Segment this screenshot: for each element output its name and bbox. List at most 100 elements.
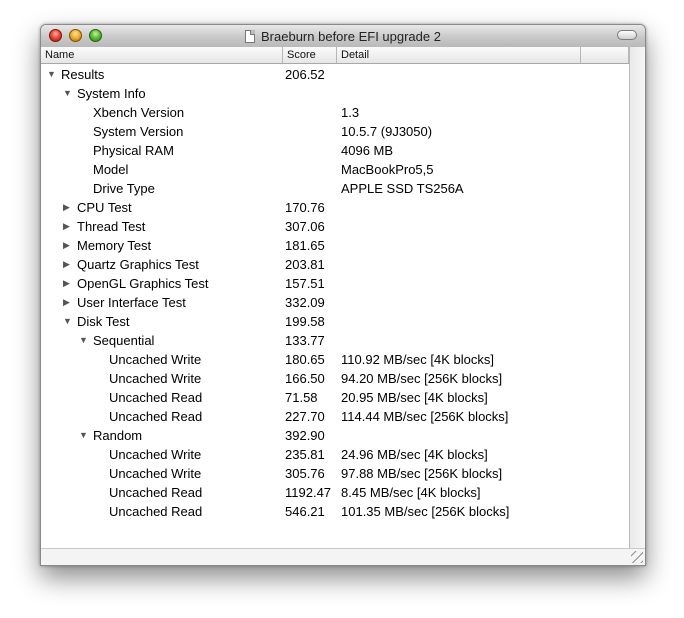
row-detail: 1.3 xyxy=(341,105,360,120)
result-row[interactable]: ▶ Memory Test 181.65 xyxy=(41,236,629,255)
row-score: 206.52 xyxy=(285,67,325,82)
row-name: Uncached Write xyxy=(109,352,202,367)
window-title: Braeburn before EFI upgrade 2 xyxy=(261,28,441,44)
column-header-score[interactable]: Score xyxy=(283,47,337,63)
vertical-scrollbar[interactable] xyxy=(629,47,645,565)
row-name: Uncached Read xyxy=(109,390,203,405)
row-name: Random xyxy=(93,428,143,443)
row-detail: MacBookPro5,5 xyxy=(341,162,434,177)
result-row[interactable]: Uncached Read 227.70 114.44 MB/sec [256K b… xyxy=(41,407,629,426)
row-name: Model xyxy=(93,162,129,177)
row-name: CPU Test xyxy=(77,200,132,215)
row-score: 392.90 xyxy=(285,428,325,443)
row-detail: 97.88 MB/sec [256K blocks] xyxy=(341,466,503,481)
result-row[interactable]: System Version 10.5.7 (9J3050) xyxy=(41,122,629,141)
row-name: Sequential xyxy=(93,333,155,348)
disclosure-triangle-closed-icon[interactable]: ▶ xyxy=(63,293,73,312)
row-name: Uncached Read xyxy=(109,504,203,519)
result-row[interactable]: ▼ Sequential 133.77 xyxy=(41,331,629,350)
disclosure-triangle-closed-icon[interactable]: ▶ xyxy=(63,274,73,293)
result-row[interactable]: Uncached Write 305.76 97.88 MB/sec [256K b… xyxy=(41,464,629,483)
result-row[interactable]: Uncached Read 71.58 20.95 MB/sec [4K block… xyxy=(41,388,629,407)
result-row[interactable]: Uncached Write 166.50 94.20 MB/sec [256K b… xyxy=(41,369,629,388)
result-row[interactable]: ▶ OpenGL Graphics Test 157.51 xyxy=(41,274,629,293)
row-name: System Version xyxy=(93,124,184,139)
result-row[interactable]: ▼ Random 392.90 xyxy=(41,426,629,445)
result-row[interactable]: Xbench Version 1.3 xyxy=(41,103,629,122)
column-header-bar: Name Score Detail xyxy=(41,47,629,64)
resize-grip-icon[interactable] xyxy=(631,551,643,563)
result-row[interactable]: ▶ Quartz Graphics Test 203.81 xyxy=(41,255,629,274)
row-name: Disk Test xyxy=(77,314,130,329)
result-row[interactable]: ▼ Disk Test 199.58 xyxy=(41,312,629,331)
row-name: Uncached Read xyxy=(109,409,203,424)
window-bottom-bar xyxy=(41,548,645,565)
disclosure-triangle-open-icon[interactable]: ▼ xyxy=(79,426,89,445)
row-name: OpenGL Graphics Test xyxy=(77,276,209,291)
row-detail: 8.45 MB/sec [4K blocks] xyxy=(341,485,481,500)
row-score: 180.65 xyxy=(285,352,325,367)
row-detail: 110.92 MB/sec [4K blocks] xyxy=(341,352,494,367)
row-score: 133.77 xyxy=(285,333,325,348)
row-detail: 94.20 MB/sec [256K blocks] xyxy=(341,371,503,386)
disclosure-triangle-closed-icon[interactable]: ▶ xyxy=(63,255,73,274)
results-outline: ▼ Results 206.52 ▼ System Info Xbench Version… xyxy=(41,64,629,544)
toolbar-toggle-button[interactable] xyxy=(617,30,637,40)
row-score: 305.76 xyxy=(285,466,325,481)
result-row[interactable]: ▼ Results 206.52 xyxy=(41,65,629,84)
row-name: Uncached Write xyxy=(109,466,202,481)
row-name: Xbench Version xyxy=(93,105,185,120)
result-row[interactable]: Uncached Write 235.81 24.96 MB/sec [4K blo… xyxy=(41,445,629,464)
result-row[interactable]: ▶ CPU Test 170.76 xyxy=(41,198,629,217)
result-row[interactable]: ▶ User Interface Test 332.09 xyxy=(41,293,629,312)
row-score: 203.81 xyxy=(285,257,325,272)
column-header-empty[interactable] xyxy=(581,47,629,63)
row-score: 71.58 xyxy=(285,390,318,405)
disclosure-triangle-open-icon[interactable]: ▼ xyxy=(79,331,89,350)
row-score: 166.50 xyxy=(285,371,325,386)
row-score: 332.09 xyxy=(285,295,325,310)
row-name: Uncached Write xyxy=(109,447,202,462)
column-header-name[interactable]: Name xyxy=(41,47,283,63)
row-score: 235.81 xyxy=(285,447,325,462)
row-detail: APPLE SSD TS256A xyxy=(341,181,464,196)
title-bar[interactable]: Braeburn before EFI upgrade 2 xyxy=(41,25,645,48)
row-detail: 4096 MB xyxy=(341,143,394,158)
document-icon[interactable] xyxy=(245,29,256,43)
column-header-detail[interactable]: Detail xyxy=(337,47,581,63)
disclosure-triangle-open-icon[interactable]: ▼ xyxy=(47,65,57,84)
row-detail: 20.95 MB/sec [4K blocks] xyxy=(341,390,488,405)
row-score: 199.58 xyxy=(285,314,325,329)
row-name: Physical RAM xyxy=(93,143,174,158)
row-name: System Info xyxy=(77,86,146,101)
disclosure-triangle-open-icon[interactable]: ▼ xyxy=(63,84,73,103)
result-row[interactable]: Uncached Write 180.65 110.92 MB/sec [4K bl… xyxy=(41,350,629,369)
row-name: Quartz Graphics Test xyxy=(77,257,199,272)
result-row[interactable]: Drive Type APPLE SSD TS256A xyxy=(41,179,629,198)
row-name: Uncached Read xyxy=(109,485,203,500)
result-row[interactable]: Model MacBookPro5,5 xyxy=(41,160,629,179)
row-name: User Interface Test xyxy=(77,295,186,310)
disclosure-triangle-closed-icon[interactable]: ▶ xyxy=(63,198,73,217)
result-row[interactable]: ▼ System Info xyxy=(41,84,629,103)
result-row[interactable]: Physical RAM 4096 MB xyxy=(41,141,629,160)
row-name: Drive Type xyxy=(93,181,155,196)
xbench-results-window: Braeburn before EFI upgrade 2 Name Score… xyxy=(40,24,646,566)
disclosure-triangle-open-icon[interactable]: ▼ xyxy=(63,312,73,331)
result-row[interactable]: ▶ Thread Test 307.06 xyxy=(41,217,629,236)
result-row[interactable]: Uncached Read 1192.47 8.45 MB/sec [4K bloc… xyxy=(41,483,629,502)
row-name: Memory Test xyxy=(77,238,152,253)
window-title-group: Braeburn before EFI upgrade 2 xyxy=(41,25,645,47)
row-score: 227.70 xyxy=(285,409,325,424)
row-score: 170.76 xyxy=(285,200,325,215)
row-name: Thread Test xyxy=(77,219,146,234)
row-name: Uncached Write xyxy=(109,371,202,386)
row-detail: 114.44 MB/sec [256K blocks] xyxy=(341,409,509,424)
row-detail: 101.35 MB/sec [256K blocks] xyxy=(341,504,510,519)
row-score: 546.21 xyxy=(285,504,325,519)
result-row[interactable]: Uncached Read 546.21 101.35 MB/sec [256K b… xyxy=(41,502,629,521)
disclosure-triangle-closed-icon[interactable]: ▶ xyxy=(63,236,73,255)
row-score: 157.51 xyxy=(285,276,325,291)
row-name: Results xyxy=(61,67,105,82)
disclosure-triangle-closed-icon[interactable]: ▶ xyxy=(63,217,73,236)
